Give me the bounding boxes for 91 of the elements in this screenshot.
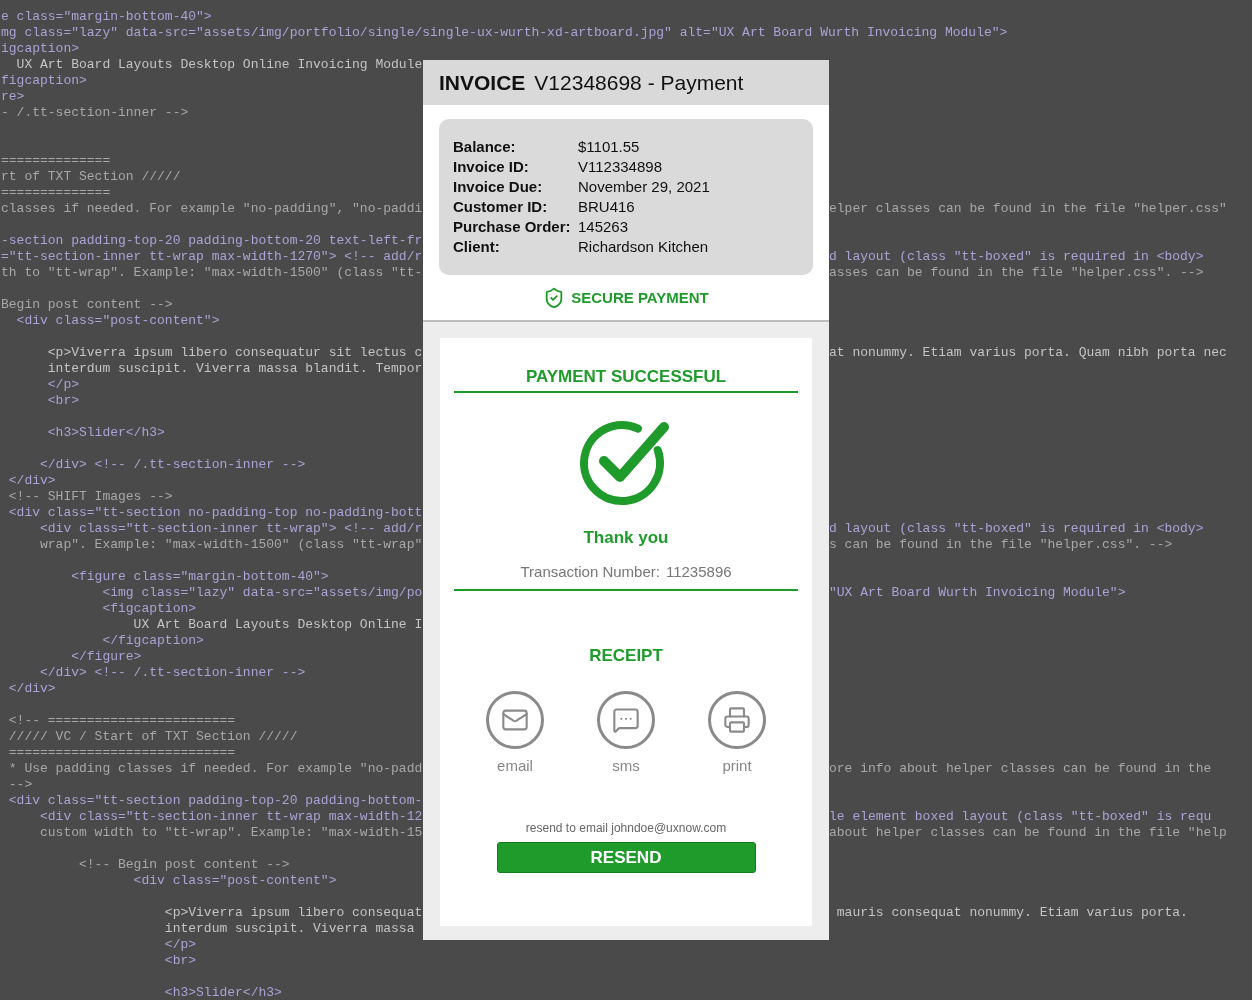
code-line: ============== bbox=[1, 153, 111, 168]
detail-label: Invoice Due: bbox=[453, 177, 544, 197]
dialog-title: V12348698 - Payment bbox=[534, 69, 744, 96]
detail-value: $1101.55 bbox=[578, 137, 640, 157]
transaction-label: Transaction Number: bbox=[520, 561, 660, 582]
code-line: igcaption> bbox=[1, 41, 79, 56]
thank-you-text: Thank you bbox=[583, 527, 669, 549]
code-line: <h3>Slider</h3> bbox=[163, 985, 282, 1000]
code-line: s can be found in the file "helper.css". --> bbox=[829, 537, 1173, 553]
secure-payment-label: SECURE PAYMENT bbox=[571, 288, 709, 308]
code-line: </div> bbox=[7, 473, 56, 488]
code-line: custom width to "tt-wrap". Example: "max-width-15 bbox=[39, 825, 423, 840]
code-line: </div> <!-- /.tt-section-inner --> bbox=[39, 457, 306, 472]
code-line: le element boxed layout (class "tt-boxed" is requ bbox=[829, 809, 1212, 825]
detail-value: V112334898 bbox=[578, 157, 662, 177]
detail-label: Invoice ID: bbox=[453, 157, 530, 177]
code-line: mg class="lazy" data-src="assets/img/portfolio/single/single-ux-wurth-xd-artboard.jpg" alt="UX Art Board Wurth Invoicing Module"> bbox=[1, 25, 1008, 40]
detail-value: BRU416 bbox=[578, 197, 635, 217]
code-line: </figcaption> bbox=[101, 633, 204, 648]
receipt-title: RECEIPT bbox=[589, 645, 663, 667]
receipt-option-button[interactable] bbox=[708, 690, 766, 749]
detail-value: November 29, 2021 bbox=[578, 177, 710, 197]
resend-note: resend to email johndoe@uxnow.com bbox=[525, 820, 727, 837]
chat-bubble-icon bbox=[612, 705, 640, 734]
detail-label: Purchase Order: bbox=[453, 217, 572, 237]
code-line: d layout (class "tt-boxed" is required in <body> bbox=[829, 249, 1204, 265]
code-line: * Use padding classes if needed. For example "no-padd bbox=[7, 761, 423, 776]
code-line: </div> bbox=[7, 681, 56, 696]
code-line: <p>Viverra ipsum libero consequatur sit lectus c bbox=[46, 345, 423, 360]
dialog-title-label: INVOICE bbox=[439, 69, 526, 96]
code-line: <div class="tt-section-inner tt-wrap max-width-12 bbox=[39, 809, 423, 824]
code-line: <br> bbox=[163, 953, 197, 968]
code-line: <figure class="margin-bottom-40"> bbox=[70, 569, 329, 584]
code-line: interdum suscipit. Viverra massa bbox=[163, 921, 415, 936]
receipt-option-button[interactable] bbox=[597, 690, 655, 749]
code-line: </p> bbox=[163, 937, 197, 952]
code-line: classes if needed. For example "no-padding", "no-paddi bbox=[1, 201, 423, 216]
payment-status: PAYMENT SUCCESSFUL bbox=[525, 365, 727, 388]
code-line: interdum suscipit. Viverra massa blandit. Tempor bbox=[46, 361, 423, 376]
code-line: <p>Viverra ipsum libero consequat bbox=[163, 905, 423, 920]
receipt-option-label: sms bbox=[612, 755, 640, 776]
code-line: -section padding-top-20 padding-bottom-20 text-left-fr bbox=[1, 233, 423, 248]
code-line: </figure> bbox=[70, 649, 142, 664]
code-line: at nonummy. Etiam varius porta. Quam nibh porta nec bbox=[829, 345, 1227, 361]
receipt-option-label: print bbox=[722, 755, 752, 776]
code-line: rt of TXT Section ///// bbox=[1, 169, 181, 184]
code-line: <div class="post-content"> bbox=[15, 313, 220, 328]
code-line: <figcaption> bbox=[101, 601, 197, 616]
detail-label: Customer ID: bbox=[453, 197, 549, 217]
code-line: asses can be found in the file "helper.css". --> bbox=[829, 265, 1204, 281]
code-line: Begin post content --> bbox=[1, 297, 173, 312]
code-line: </p> bbox=[46, 377, 79, 392]
code-line: ///// VC / Start of TXT Section ///// bbox=[7, 729, 298, 744]
code-line: th to "tt-wrap". Example: "max-width-1500" (class "tt- bbox=[1, 265, 423, 280]
code-line: <br> bbox=[46, 393, 79, 408]
receipt-option-label: email bbox=[497, 755, 533, 776]
code-line: <div class="tt-section padding-top-20 padding-bottom- bbox=[7, 793, 423, 808]
code-line: wrap". Example: "max-width-1500" (class "tt-wrap" bbox=[39, 537, 423, 552]
detail-value: 145263 bbox=[578, 217, 629, 237]
code-line: </div> <!-- /.tt-section-inner --> bbox=[39, 665, 306, 680]
printer-icon bbox=[723, 705, 751, 734]
code-line: <div class="post-content"> bbox=[132, 873, 337, 888]
detail-value: Richardson Kitchen bbox=[578, 237, 709, 257]
code-line: --> bbox=[7, 777, 33, 792]
code-line: ============== bbox=[1, 185, 111, 200]
code-line: ore info about helper classes can be found in the bbox=[829, 761, 1212, 777]
code-line: "UX Art Board Wurth Invoicing Module"> bbox=[829, 585, 1126, 601]
code-line: re> bbox=[1, 89, 25, 104]
code-line: - /.tt-section-inner --> bbox=[1, 105, 189, 120]
code-line: <img class="lazy" data-src="assets/img/po bbox=[101, 585, 423, 600]
code-line: <div class="tt-section no-padding-top no-padding-bott bbox=[7, 505, 423, 520]
code-line: ============================= bbox=[7, 745, 236, 760]
code-line: mauris consequat nonummy. Etiam varius porta. bbox=[835, 905, 1188, 921]
code-line: figcaption> bbox=[1, 73, 87, 88]
code-line: <!-- SHIFT Images --> bbox=[7, 489, 173, 504]
code-line: <!-- Begin post content --> bbox=[78, 857, 290, 872]
code-line: UX Art Board Layouts Desktop Online Invoicing Module bbox=[15, 57, 423, 72]
code-line: e class="margin-bottom-40"> bbox=[1, 9, 212, 24]
code-line: <!-- ======================== bbox=[7, 713, 236, 728]
detail-label: Balance: bbox=[453, 137, 517, 157]
code-line: UX Art Board Layouts Desktop Online I bbox=[132, 617, 423, 632]
detail-label: Client: bbox=[453, 237, 501, 257]
code-line: ="tt-section-inner tt-wrap max-width-1270"> <!-- add/r bbox=[1, 249, 423, 264]
resend-button[interactable]: RESEND bbox=[496, 842, 756, 873]
code-line: <div class="tt-section-inner tt-wrap"> <!-- add/r bbox=[39, 521, 423, 536]
transaction-number: 11235896 bbox=[665, 561, 732, 582]
code-line: about helper classes can be found in the file "help bbox=[829, 825, 1227, 841]
code-line: d layout (class "tt-boxed" is required in <body> bbox=[829, 521, 1204, 537]
code-line: <h3>Slider</h3> bbox=[46, 425, 165, 440]
receipt-option-button[interactable] bbox=[486, 690, 544, 749]
code-line: elper classes can be found in the file "helper.css" bbox=[829, 201, 1227, 217]
